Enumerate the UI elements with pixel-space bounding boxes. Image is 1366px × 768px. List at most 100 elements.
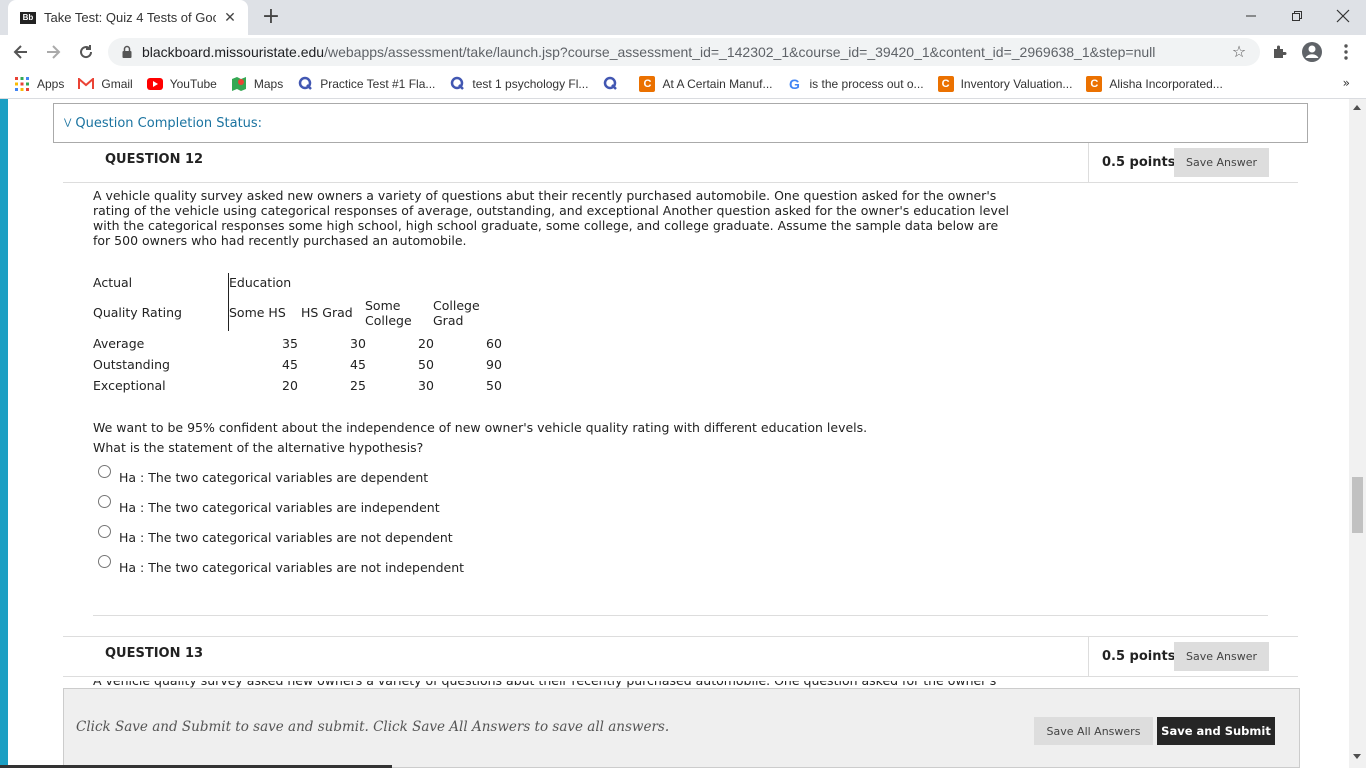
minimize-icon[interactable] [1228, 0, 1274, 32]
blackboard-favicon-icon: Bb [20, 11, 36, 24]
table-cell: 50 [418, 357, 434, 372]
browser-menu-icon[interactable] [1334, 40, 1358, 64]
radio-button[interactable] [98, 495, 111, 508]
restore-icon[interactable] [1274, 0, 1320, 32]
question-13-points-box: 0.5 points Save Answer [1088, 637, 1298, 677]
row-label: Exceptional [93, 378, 166, 393]
row-label: Average [93, 336, 145, 351]
table-cell: 45 [282, 357, 298, 372]
answer-option-independent[interactable]: Ha : The two categorical variables are i… [98, 495, 440, 515]
scrollbar-thumb[interactable] [1352, 477, 1363, 533]
save-all-answers-button[interactable]: Save All Answers [1034, 717, 1153, 745]
answer-option-not-independent[interactable]: Ha : The two categorical variables are n… [98, 555, 464, 575]
bookmark-gmail[interactable]: Gmail [78, 76, 133, 92]
column-header: HS Grad [301, 305, 353, 320]
bookmark-maps[interactable]: Maps [231, 76, 283, 92]
question-12-header: QUESTION 12 0.5 points Save Answer [63, 143, 1298, 183]
bookmark-google-search[interactable]: G is the process out o... [787, 76, 924, 92]
question-13-title: QUESTION 13 [105, 646, 204, 661]
table-cell: 35 [282, 336, 298, 351]
reload-icon[interactable] [73, 39, 99, 65]
table-cell: 30 [350, 336, 366, 351]
gmail-icon [78, 76, 95, 92]
browser-tab-active[interactable]: Bb Take Test: Quiz 4 Tests of Goodne ✕ [8, 0, 248, 35]
bookmark-manufacturing[interactable]: C At A Certain Manuf... [639, 75, 773, 92]
scroll-up-arrow-icon[interactable] [1353, 105, 1361, 110]
forward-arrow-icon[interactable] [40, 39, 66, 65]
chegg-icon: C [1086, 75, 1103, 92]
bookmark-alisha[interactable]: C Alisha Incorporated... [1086, 75, 1223, 92]
quizlet-icon [602, 76, 618, 92]
table-cell: 20 [418, 336, 434, 351]
submit-instructions: Click Save and Submit to save and submit… [76, 719, 670, 735]
submit-footer-bar: Click Save and Submit to save and submit… [63, 688, 1300, 768]
question-12-points: 0.5 points [1102, 155, 1176, 170]
vertical-scrollbar[interactable] [1349, 99, 1366, 768]
new-tab-icon[interactable]: + [258, 4, 284, 30]
save-and-submit-button[interactable]: Save and Submit [1157, 717, 1275, 745]
chegg-icon: C [639, 75, 656, 92]
table-divider [228, 273, 229, 331]
bookmark-practice-test[interactable]: Practice Test #1 Fla... [297, 76, 435, 92]
question-13-points: 0.5 points [1102, 649, 1176, 664]
question-12-text: A vehicle quality survey asked new owner… [93, 188, 1010, 248]
question-12-points-box: 0.5 points Save Answer [1088, 143, 1298, 183]
row-header-quality-rating: Quality Rating [93, 305, 182, 320]
bookmark-apps[interactable]: Apps [14, 76, 64, 92]
bookmark-quizlet[interactable] [602, 76, 625, 92]
quizlet-icon [297, 76, 313, 92]
radio-button[interactable] [98, 555, 111, 568]
browser-toolbar: blackboard.missouristate.edu/webapps/ass… [0, 35, 1366, 69]
window-close-icon[interactable] [1320, 0, 1366, 32]
bookmark-star-icon[interactable]: ☆ [1230, 43, 1248, 61]
bookmarks-bar: Apps Gmail YouTube Maps Practice Test #1… [0, 69, 1366, 99]
question-divider [93, 615, 1268, 616]
question-completion-status[interactable]: ⋁ Question Completion Status: [53, 103, 1308, 143]
question-12-save-answer-button[interactable]: Save Answer [1174, 148, 1269, 177]
answer-option-dependent[interactable]: Ha : The two categorical variables are d… [98, 465, 428, 485]
tab-strip: Bb Take Test: Quiz 4 Tests of Goodne ✕ + [0, 0, 1366, 35]
maps-icon [231, 76, 247, 92]
column-header: College Grad [433, 298, 480, 328]
row-header-actual: Actual [93, 275, 133, 290]
bookmark-youtube[interactable]: YouTube [146, 76, 217, 92]
lock-icon [122, 45, 132, 58]
question-13-save-answer-button[interactable]: Save Answer [1174, 642, 1269, 671]
browser-window: Bb Take Test: Quiz 4 Tests of Goodne ✕ +… [0, 0, 1366, 768]
column-header: Some College [365, 298, 412, 328]
table-cell: 30 [418, 378, 434, 393]
table-cell: 60 [486, 336, 502, 351]
url-text: blackboard.missouristate.edu/webapps/ass… [142, 44, 1156, 60]
bookmark-inventory[interactable]: C Inventory Valuation... [937, 75, 1072, 92]
accent-left-bar [0, 99, 8, 768]
table-cell: 90 [486, 357, 502, 372]
youtube-icon [146, 76, 163, 92]
address-bar[interactable]: blackboard.missouristate.edu/webapps/ass… [108, 38, 1260, 66]
table-cell: 20 [282, 378, 298, 393]
table-cell: 45 [350, 357, 366, 372]
chegg-icon: C [937, 75, 954, 92]
column-header: Some HS [229, 305, 286, 320]
radio-button[interactable] [98, 525, 111, 538]
group-header-education: Education [229, 275, 292, 290]
extensions-puzzle-icon[interactable] [1267, 40, 1291, 64]
quizlet-icon [449, 76, 465, 92]
profile-avatar-icon[interactable] [1300, 40, 1324, 64]
tab-title: Take Test: Quiz 4 Tests of Goodne [44, 10, 216, 25]
apps-grid-icon [14, 76, 30, 92]
chevron-down-icon: ⋁ [64, 118, 72, 128]
contingency-table: Actual Education Quality Rating Some HS … [93, 271, 513, 396]
answer-option-not-dependent[interactable]: Ha : The two categorical variables are n… [98, 525, 453, 545]
scroll-down-arrow-icon[interactable] [1353, 754, 1361, 759]
table-cell: 50 [486, 378, 502, 393]
question-12-prompt-confidence: We want to be 95% confident about the in… [93, 420, 868, 435]
radio-button[interactable] [98, 465, 111, 478]
question-12-prompt-hypothesis: What is the statement of the alternative… [93, 440, 424, 455]
bookmark-psychology[interactable]: test 1 psychology Fl... [449, 76, 588, 92]
tab-close-icon[interactable]: ✕ [222, 10, 238, 26]
row-label: Outstanding [93, 357, 170, 372]
google-icon: G [789, 75, 800, 92]
bookmarks-more-icon[interactable]: » [1343, 76, 1350, 90]
question-13-header: QUESTION 13 0.5 points Save Answer [63, 637, 1298, 677]
back-arrow-icon[interactable] [8, 39, 34, 65]
